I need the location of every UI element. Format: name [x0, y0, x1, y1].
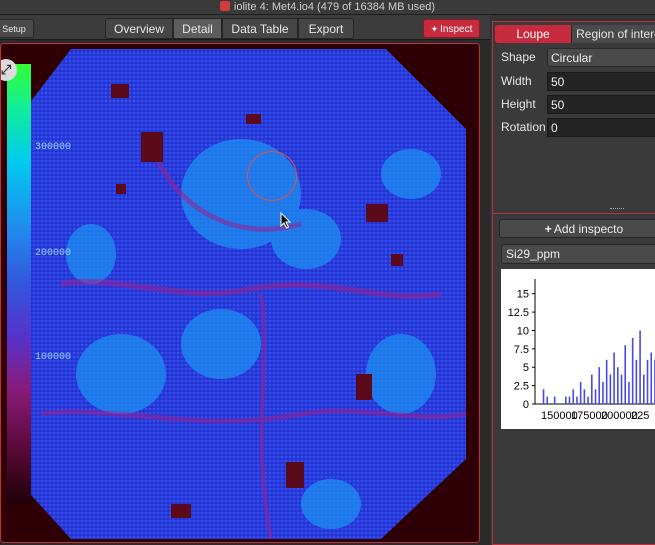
histogram-chart: 02.557.51012.515 150000175000200000225: [501, 269, 655, 429]
right-pane: Loupe Region of interes Shape Circular W…: [490, 15, 655, 545]
histogram-bar: [579, 381, 582, 404]
image-view-panel: 300000 200000 100000 ⤢: [0, 43, 480, 543]
histogram-bar: [602, 381, 604, 404]
histogram-bar: [594, 389, 597, 404]
histogram-bar: [635, 359, 638, 404]
histogram-bar: [572, 389, 575, 404]
histogram-bar: [624, 345, 627, 404]
histogram-y-tick-label: 15: [517, 289, 529, 301]
histogram-bar: [628, 381, 630, 404]
elemental-map-image[interactable]: [1, 44, 480, 543]
splitter-handle[interactable]: [610, 208, 624, 211]
rotation-field[interactable]: 0: [547, 118, 655, 137]
histogram-bar: [568, 396, 571, 404]
histogram-bar: [650, 352, 653, 404]
channel-select[interactable]: Si29_ppm: [501, 244, 655, 264]
width-field[interactable]: 50: [547, 72, 655, 91]
tab-detail[interactable]: Detail: [173, 18, 222, 39]
histogram-bar: [631, 337, 634, 404]
histogram-y-tick-label: 12.5: [508, 307, 529, 319]
histogram-bar: [576, 396, 578, 404]
histogram-bar: [553, 396, 556, 404]
histogram-x-tick-label: 225: [631, 410, 649, 422]
loupe-panel: Loupe Region of interes Shape Circular W…: [492, 21, 655, 221]
histogram-y-tick-label: 2.5: [514, 381, 529, 393]
histogram-bar: [605, 359, 608, 404]
color-scale-label: 300000: [35, 142, 72, 153]
rotation-label: Rotation: [501, 120, 546, 134]
height-label: Height: [501, 97, 536, 111]
color-scale-bar: [7, 64, 31, 504]
histogram-bar: [565, 396, 567, 404]
color-scale-label: 100000: [35, 352, 72, 363]
main-toolbar: Setup Overview Detail Data Table Export …: [0, 15, 490, 40]
histogram-bar: [617, 367, 619, 404]
width-label: Width: [501, 74, 532, 88]
window-title: iolite 4: Met4.io4 (479 of 16384 MB used…: [233, 1, 436, 13]
inspect-button-label: Inspect: [440, 24, 473, 35]
add-inspector-label: Add inspecto: [553, 222, 624, 236]
histogram-bar: [546, 396, 549, 404]
app-icon: [219, 1, 230, 11]
mouse-cursor-icon: [280, 212, 292, 229]
height-field[interactable]: 50: [547, 95, 655, 114]
histogram-y-tick-label: 7.5: [514, 344, 529, 356]
histogram-bar: [646, 359, 649, 404]
tab-overview[interactable]: Overview: [105, 18, 173, 39]
histogram-bar: [591, 374, 593, 404]
histogram-bar: [613, 352, 615, 404]
setup-button[interactable]: Setup: [0, 19, 34, 38]
histogram-bar: [598, 367, 601, 404]
plus-icon: +: [544, 222, 552, 236]
histogram-y-tick-label: 5: [523, 362, 529, 374]
wand-icon: ✦: [430, 24, 439, 34]
tab-region-of-interest[interactable]: Region of interes: [571, 25, 655, 43]
histogram-bar: [587, 396, 589, 404]
color-scale-label: 200000: [35, 248, 72, 259]
tab-loupe[interactable]: Loupe: [495, 25, 571, 43]
tab-data-table[interactable]: Data Table: [222, 18, 298, 39]
tab-export[interactable]: Export: [298, 18, 354, 39]
shape-label: Shape: [501, 50, 536, 64]
histogram-bar: [620, 374, 623, 404]
add-inspector-button[interactable]: + Add inspecto: [499, 219, 655, 238]
inspector-panel: + Add inspecto Si29_ppm 0 2.5 5 7.5 10 12.5 15 …: [492, 213, 655, 545]
shape-select[interactable]: Circular: [547, 48, 655, 67]
inspect-button[interactable]: ✦ Inspect: [423, 19, 480, 38]
histogram-bar: [583, 389, 586, 404]
histogram-y-tick-label: 10: [517, 325, 529, 337]
histogram-bar: [609, 374, 612, 404]
histogram-bar: [639, 330, 641, 404]
loupe-circle[interactable]: [247, 151, 297, 201]
window-titlebar: iolite 4: Met4.io4 (479 of 16384 MB used…: [0, 0, 655, 15]
histogram-y-tick-label: 0: [523, 399, 529, 411]
histogram-bar: [643, 374, 645, 404]
histogram-bar: [542, 389, 545, 404]
